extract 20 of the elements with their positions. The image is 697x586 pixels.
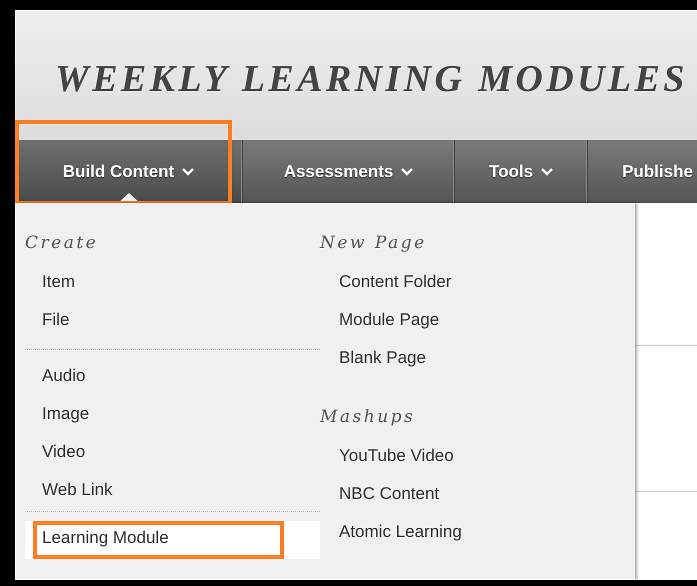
menu-item[interactable]: Item	[25, 265, 320, 303]
chevron-down-icon	[182, 168, 194, 176]
menu-item[interactable]: Atomic Learning	[320, 515, 635, 553]
menu-item[interactable]: Web Link	[25, 473, 320, 511]
menu-item[interactable]: Image	[25, 397, 320, 435]
menu-item[interactable]: Audio	[25, 359, 320, 397]
chevron-down-icon	[541, 168, 554, 176]
menu-item[interactable]: NBC Content	[320, 477, 635, 515]
menu-item[interactable]: Learning Module	[25, 521, 320, 559]
menu-item[interactable]: YouTube Video	[320, 439, 635, 477]
menu-item[interactable]: File	[25, 303, 320, 341]
menu-item[interactable]: Module Page	[320, 303, 635, 341]
course-title: WEEKLY LEARNING MODULES	[55, 57, 688, 101]
section-heading: New Page	[320, 233, 428, 253]
menu-item[interactable]: Content Folder	[320, 265, 635, 303]
menu-item[interactable]: Video	[25, 435, 320, 473]
section-heading: Create	[24, 233, 100, 253]
menu-item[interactable]: Blank Page	[320, 341, 635, 379]
section-heading: Mashups	[320, 407, 416, 427]
chevron-down-icon	[401, 168, 414, 176]
